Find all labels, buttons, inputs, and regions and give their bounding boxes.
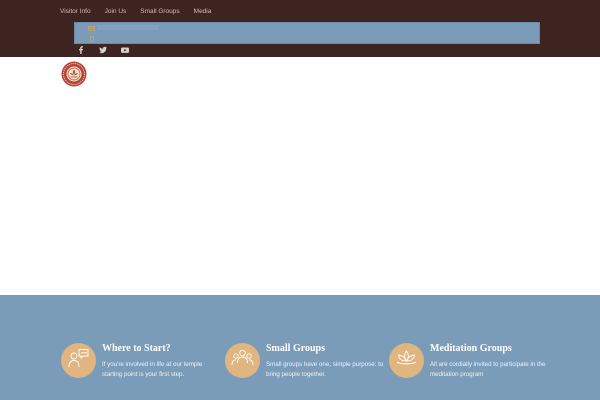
phone-icon[interactable]	[90, 35, 94, 43]
email-text-placeholder[interactable]	[98, 25, 158, 30]
contact-info-bar	[74, 22, 540, 44]
nav-item-visitor-info[interactable]: Visitor Info	[60, 8, 91, 15]
feature-title[interactable]: Meditation Groups	[430, 343, 512, 354]
feature-description: If you're involved in life at our temple…	[102, 361, 203, 378]
feature-small-groups: Small Groups Small groups have one, simp…	[225, 343, 385, 388]
mail-icon[interactable]	[87, 25, 96, 32]
youtube-icon[interactable]	[120, 45, 130, 55]
nav-item-media[interactable]: Media	[194, 8, 212, 15]
group-icon[interactable]	[225, 343, 260, 378]
feature-title[interactable]: Small Groups	[266, 343, 325, 354]
twitter-icon[interactable]	[98, 45, 108, 55]
temple-logo[interactable]	[61, 61, 87, 87]
social-links	[76, 45, 130, 55]
lotus-icon[interactable]	[389, 343, 424, 378]
feature-meditation-groups: Meditation Groups All are cordially invi…	[389, 343, 549, 388]
nav-item-small-groups[interactable]: Small Groups	[140, 8, 179, 15]
features-band: Where to Start? If you're involved in li…	[0, 295, 600, 400]
feature-description: All are cordially invited to participate…	[430, 361, 546, 378]
main-nav: Visitor Info Join Us Small Groups Media	[60, 4, 211, 18]
site-header: Visitor Info Join Us Small Groups Media	[0, 0, 600, 57]
facebook-icon[interactable]	[76, 45, 86, 55]
nav-item-join-us[interactable]: Join Us	[105, 8, 127, 15]
feature-description: Small groups have one, simple purpose: t…	[266, 361, 384, 378]
feature-where-to-start: Where to Start? If you're involved in li…	[61, 343, 221, 388]
feature-title[interactable]: Where to Start?	[102, 343, 171, 354]
people-speech-icon[interactable]	[61, 343, 96, 378]
